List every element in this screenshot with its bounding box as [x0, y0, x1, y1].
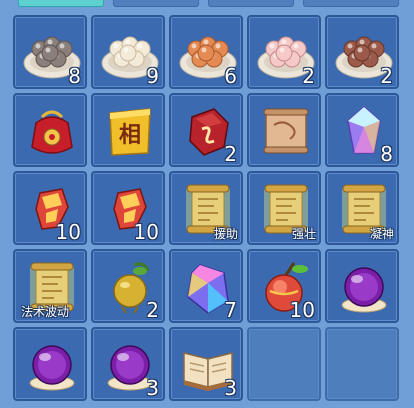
item-count: 2: [302, 64, 315, 88]
inventory-slot[interactable]: 7: [169, 249, 243, 323]
inventory-slot[interactable]: 凝神: [325, 171, 399, 245]
tab-1[interactable]: [18, 0, 104, 7]
inventory-slot[interactable]: [325, 249, 399, 323]
inventory-slot[interactable]: 6: [169, 15, 243, 89]
item-count: 8: [68, 64, 81, 88]
inventory-grid: 8 9 6 2 2 相 2 8 10 10 援助 强壮 凝神 法术波动 2 7 10 3…: [13, 15, 403, 405]
item-count: 10: [133, 220, 159, 244]
inventory-slot[interactable]: 10: [13, 171, 87, 245]
item-count: 6: [224, 64, 237, 88]
item-label: 凝神: [369, 227, 394, 241]
inventory-slot[interactable]: 2: [169, 93, 243, 167]
inventory-slot[interactable]: [247, 93, 321, 167]
inventory-slot[interactable]: 相: [91, 93, 165, 167]
svg-text:相: 相: [119, 123, 141, 148]
inventory-slot[interactable]: 10: [247, 249, 321, 323]
inventory-slot[interactable]: [13, 327, 87, 401]
item-count: 10: [289, 298, 315, 322]
inventory-slot[interactable]: 8: [13, 15, 87, 89]
item-count: 7: [224, 298, 237, 322]
inventory-slot[interactable]: 强壮: [247, 171, 321, 245]
tab-2[interactable]: [113, 0, 199, 7]
purple-orb-icon: [22, 335, 82, 395]
item-count: 2: [146, 298, 159, 322]
item-count: 8: [380, 142, 393, 166]
inventory-slot[interactable]: 9: [91, 15, 165, 89]
item-count: 3: [146, 376, 159, 400]
item-count: 2: [224, 142, 237, 166]
item-count: 2: [380, 64, 393, 88]
inventory-slot[interactable]: 法术波动: [13, 249, 87, 323]
item-label: 援助: [213, 227, 238, 241]
inventory-slot[interactable]: [13, 93, 87, 167]
inventory-slot[interactable]: [325, 327, 399, 401]
tab-strip: [0, 0, 414, 8]
purple-orb-icon: [334, 257, 394, 317]
tab-3[interactable]: [208, 0, 294, 7]
inventory-slot[interactable]: 援助: [169, 171, 243, 245]
item-label: 法术波动: [21, 305, 70, 319]
item-count: 10: [55, 220, 81, 244]
inventory-slot[interactable]: 3: [169, 327, 243, 401]
inventory-slot[interactable]: 2: [247, 15, 321, 89]
gold-xiang-token-icon: 相: [100, 101, 160, 161]
map-scroll-icon: [256, 101, 316, 161]
item-count: 9: [146, 64, 159, 88]
item-count: 3: [224, 376, 237, 400]
red-lucky-bag-icon: [22, 101, 82, 161]
inventory-slot[interactable]: [247, 327, 321, 401]
inventory-slot[interactable]: 3: [91, 327, 165, 401]
inventory-slot[interactable]: 2: [325, 15, 399, 89]
item-label: 强壮: [291, 227, 316, 241]
inventory-slot[interactable]: 10: [91, 171, 165, 245]
inventory-slot[interactable]: 8: [325, 93, 399, 167]
tab-4[interactable]: [303, 0, 399, 7]
inventory-slot[interactable]: 2: [91, 249, 165, 323]
